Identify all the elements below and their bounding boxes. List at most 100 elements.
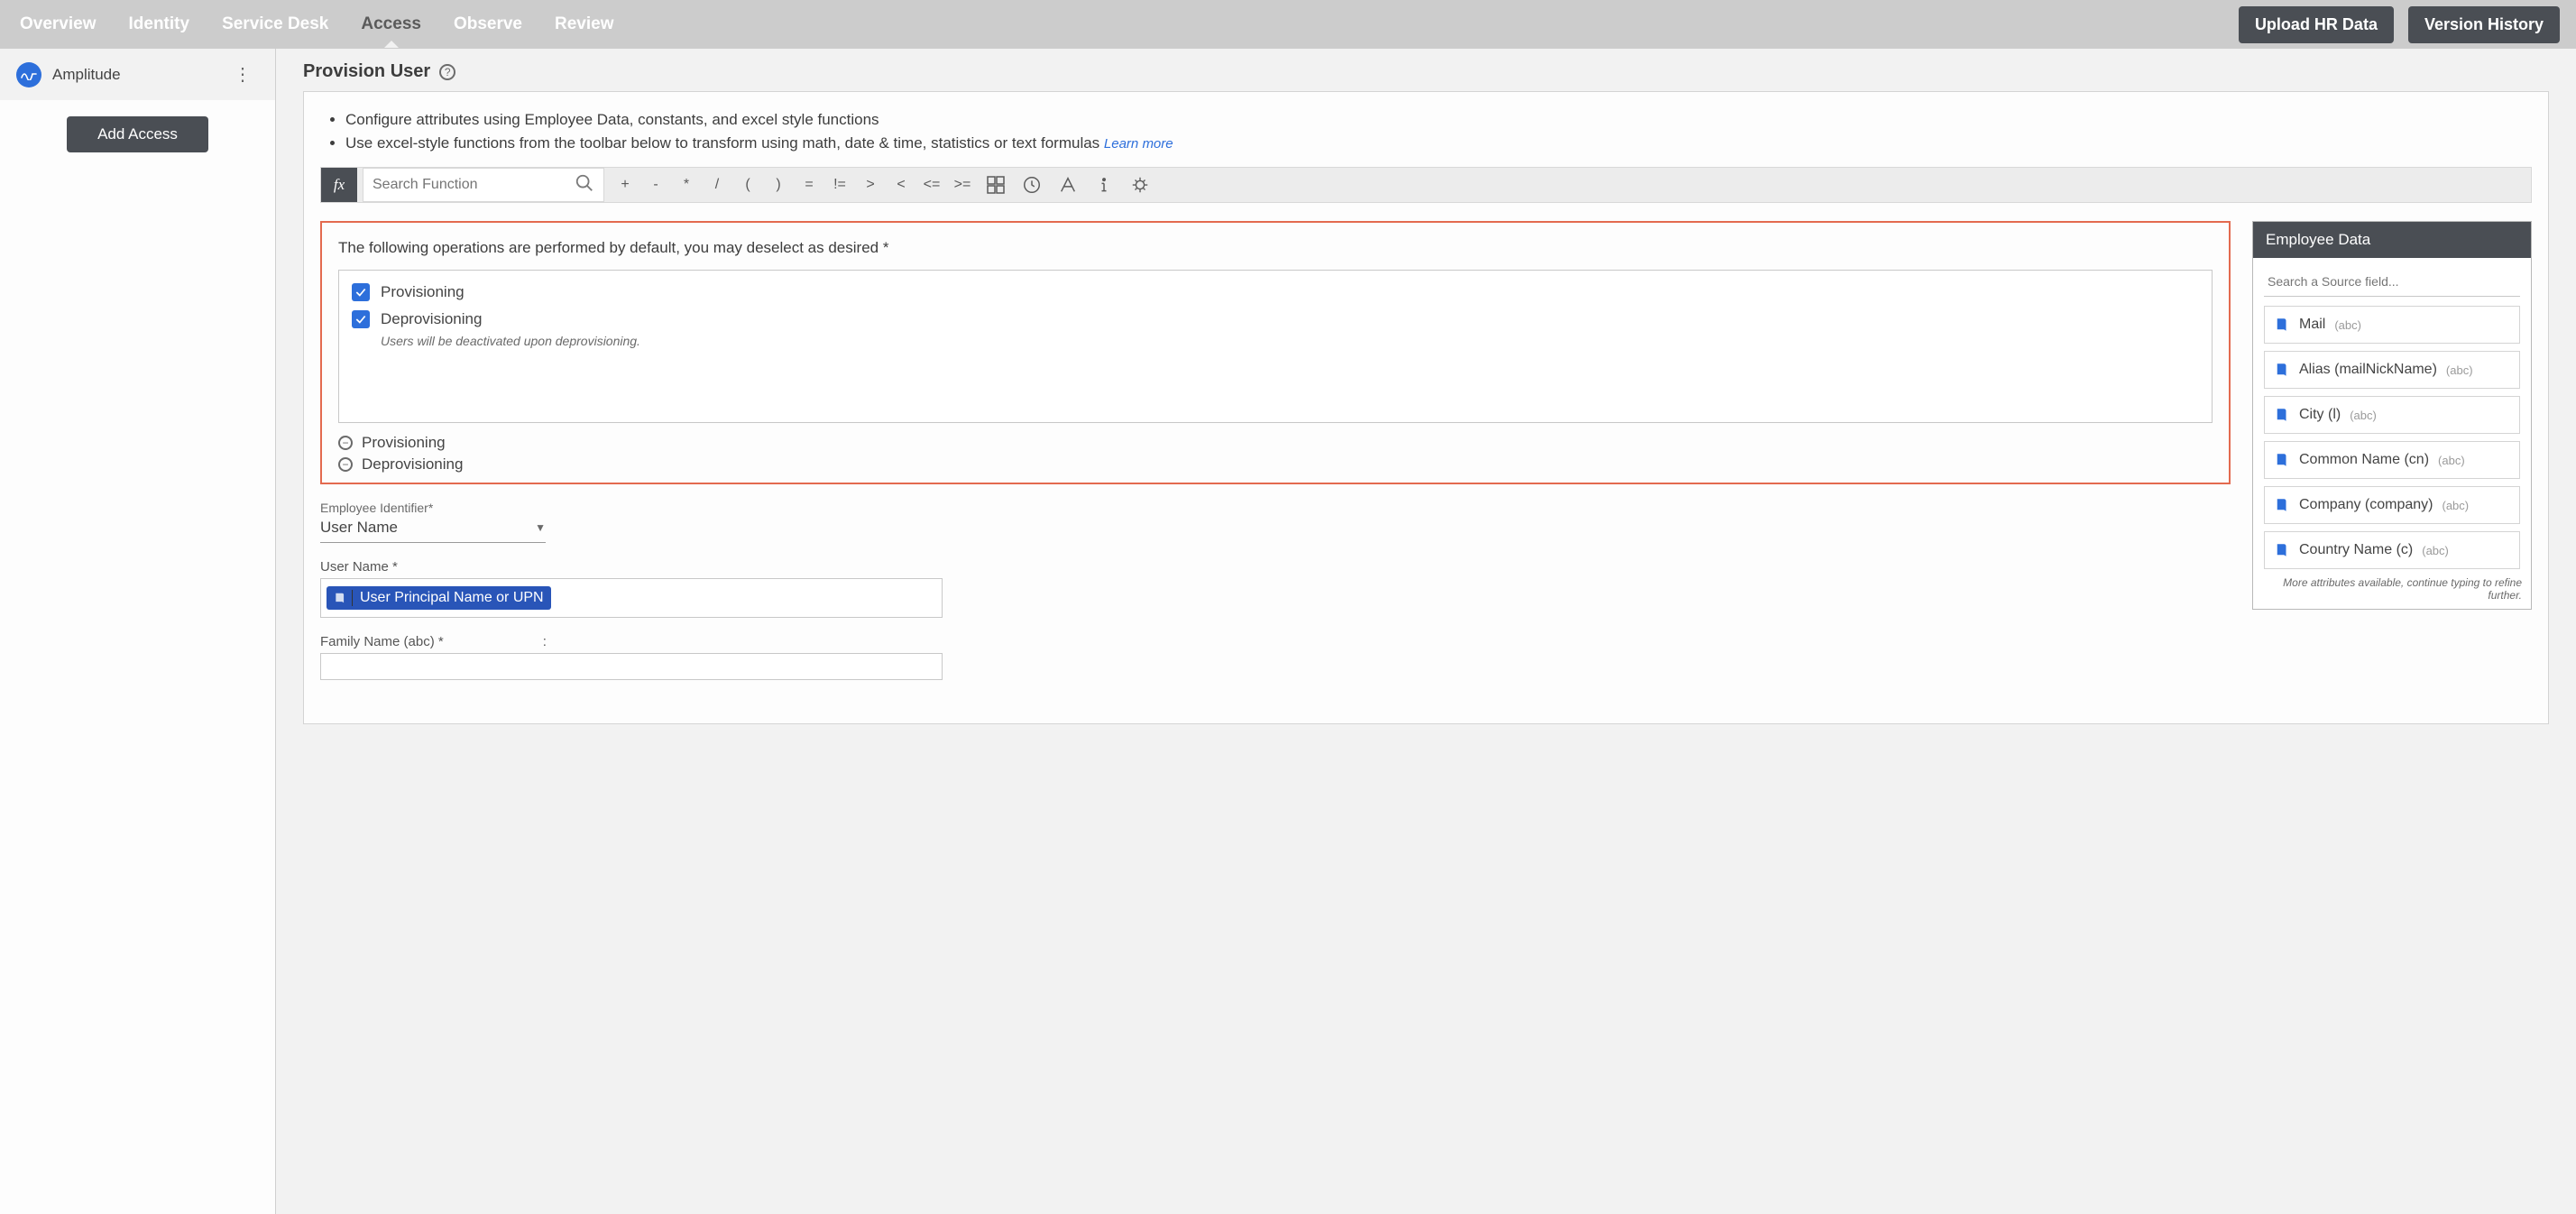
sidebar-app-label: Amplitude xyxy=(52,66,121,84)
statistics-icon[interactable] xyxy=(1122,168,1158,202)
add-access-button[interactable]: Add Access xyxy=(67,116,208,152)
employee-identifier-label: Employee Identifier* xyxy=(320,501,2231,515)
field-name: Company (company) xyxy=(2299,497,2433,513)
intro-line-1: Configure attributes using Employee Data… xyxy=(345,108,2532,132)
tab-identity[interactable]: Identity xyxy=(125,2,194,47)
op-multiply[interactable]: * xyxy=(671,168,702,202)
tab-review[interactable]: Review xyxy=(551,2,617,47)
book-icon xyxy=(2274,406,2290,424)
book-icon xyxy=(2274,496,2290,514)
info-icon[interactable] xyxy=(1086,168,1122,202)
sidebar-app-item[interactable]: Amplitude ⋮ xyxy=(0,49,275,100)
field-name: Common Name (cn) xyxy=(2299,452,2429,468)
op-lte[interactable]: <= xyxy=(916,168,947,202)
kebab-menu-icon[interactable]: ⋮ xyxy=(226,60,259,89)
field-item-alias[interactable]: Alias (mailNickName) (abc) xyxy=(2264,351,2520,389)
book-icon xyxy=(2274,451,2290,469)
intro-line-2: Use excel-style functions from the toolb… xyxy=(345,132,2532,155)
operations-heading: The following operations are performed b… xyxy=(338,239,2213,257)
version-history-button[interactable]: Version History xyxy=(2408,6,2560,43)
field-item-company[interactable]: Company (company) (abc) xyxy=(2264,486,2520,524)
field-item-city[interactable]: City (l) (abc) xyxy=(2264,396,2520,434)
book-icon xyxy=(2274,316,2290,334)
nav-tabs: Overview Identity Service Desk Access Ob… xyxy=(16,2,617,47)
function-toolbar: fx + - * / ( ) = != > < <= >= xyxy=(320,167,2532,203)
book-icon xyxy=(334,592,346,604)
employee-data-title: Employee Data xyxy=(2253,222,2531,258)
op-neq[interactable]: != xyxy=(824,168,855,202)
search-icon xyxy=(575,173,594,198)
familyname-input[interactable] xyxy=(320,653,943,680)
datetime-icon[interactable] xyxy=(1014,168,1050,202)
field-item-cn[interactable]: Common Name (cn) (abc) xyxy=(2264,441,2520,479)
collapse-label-deprovisioning: Deprovisioning xyxy=(362,455,463,474)
collapse-label-provisioning: Provisioning xyxy=(362,434,446,452)
employee-data-panel: Employee Data Mail (abc) Alias (mailNick… xyxy=(2252,221,2532,610)
field-item-country[interactable]: Country Name (c) (abc) xyxy=(2264,531,2520,569)
field-name: Alias (mailNickName) xyxy=(2299,362,2437,378)
familyname-field: Family Name (abc) * : xyxy=(320,634,2231,680)
field-type: (abc) xyxy=(2438,454,2465,467)
chevron-down-icon: ▼ xyxy=(535,521,546,534)
op-gt[interactable]: > xyxy=(855,168,886,202)
field-type: (abc) xyxy=(2422,544,2449,557)
op-lt[interactable]: < xyxy=(886,168,916,202)
employee-identifier-select[interactable]: User Name ▼ xyxy=(320,517,546,543)
field-name: City (l) xyxy=(2299,407,2341,423)
tab-service-desk[interactable]: Service Desk xyxy=(218,2,332,47)
top-navbar: Overview Identity Service Desk Access Ob… xyxy=(0,0,2576,49)
help-icon[interactable]: ? xyxy=(439,64,455,80)
field-type: (abc) xyxy=(2446,363,2473,377)
checkbox-provisioning[interactable] xyxy=(352,283,370,301)
sidebar: Amplitude ⋮ Add Access xyxy=(0,49,276,1214)
main-content: Provision User ? Configure attributes us… xyxy=(276,49,2576,1214)
collapse-deprovisioning[interactable]: − Deprovisioning xyxy=(338,455,2213,474)
username-tag-label: User Principal Name or UPN xyxy=(360,590,544,606)
function-search-input[interactable] xyxy=(373,177,575,193)
field-type: (abc) xyxy=(2334,318,2361,332)
top-buttons: Upload HR Data Version History xyxy=(2239,6,2560,43)
familyname-label: Family Name (abc) * xyxy=(320,634,444,649)
employee-field-list: Mail (abc) Alias (mailNickName) (abc) Ci… xyxy=(2253,306,2531,575)
field-item-mail[interactable]: Mail (abc) xyxy=(2264,306,2520,344)
employee-data-search[interactable] xyxy=(2264,267,2520,297)
checkbox-label-deprovisioning: Deprovisioning xyxy=(381,310,640,328)
function-search[interactable] xyxy=(363,168,604,202)
username-input[interactable]: User Principal Name or UPN xyxy=(320,578,943,618)
collapse-icon: − xyxy=(338,457,353,472)
field-type: (abc) xyxy=(2350,409,2377,422)
tab-observe[interactable]: Observe xyxy=(450,2,526,47)
checkbox-deprovisioning[interactable] xyxy=(352,310,370,328)
text-icon[interactable] xyxy=(1050,168,1086,202)
field-name: Country Name (c) xyxy=(2299,542,2413,558)
form-panel: Configure attributes using Employee Data… xyxy=(303,91,2549,724)
collapse-icon: − xyxy=(338,436,353,450)
page-title: Provision User xyxy=(303,61,430,82)
employee-identifier-value: User Name xyxy=(320,519,398,537)
checkbox-row-deprovisioning: Deprovisioning Users will be deactivated… xyxy=(352,310,2199,348)
op-plus[interactable]: + xyxy=(610,168,640,202)
op-divide[interactable]: / xyxy=(702,168,732,202)
more-attributes-note: More attributes available, continue typi… xyxy=(2253,575,2531,609)
collapse-provisioning[interactable]: − Provisioning xyxy=(338,434,2213,452)
op-rparen[interactable]: ) xyxy=(763,168,794,202)
amplitude-icon xyxy=(16,62,41,87)
username-field: User Name * User Principal Name or UPN xyxy=(320,559,2231,618)
field-type: (abc) xyxy=(2443,499,2470,512)
employee-identifier-field: Employee Identifier* User Name ▼ xyxy=(320,501,2231,543)
op-eq[interactable]: = xyxy=(794,168,824,202)
intro-list: Configure attributes using Employee Data… xyxy=(320,108,2532,154)
upload-hr-button[interactable]: Upload HR Data xyxy=(2239,6,2394,43)
tab-overview[interactable]: Overview xyxy=(16,2,100,47)
username-label: User Name * xyxy=(320,559,2231,575)
math-icon[interactable] xyxy=(978,168,1014,202)
book-icon xyxy=(2274,541,2290,559)
checkbox-label-provisioning: Provisioning xyxy=(381,283,465,301)
username-tag[interactable]: User Principal Name or UPN xyxy=(327,586,551,610)
learn-more-link[interactable]: Learn more xyxy=(1104,136,1173,152)
op-minus[interactable]: - xyxy=(640,168,671,202)
op-gte[interactable]: >= xyxy=(947,168,978,202)
tab-access[interactable]: Access xyxy=(357,2,425,47)
op-lparen[interactable]: ( xyxy=(732,168,763,202)
fx-icon[interactable]: fx xyxy=(321,168,357,202)
